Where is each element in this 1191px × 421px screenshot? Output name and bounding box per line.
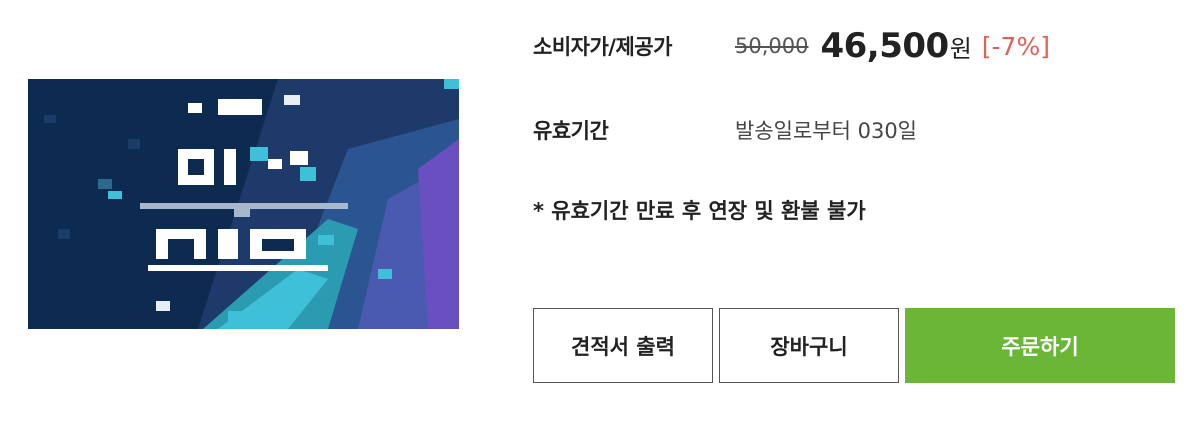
validity-row: 유효기간 발송일로부터 030일 (533, 110, 917, 150)
discount-badge: [-7%] (981, 31, 1050, 61)
add-to-cart-button[interactable]: 장바구니 (719, 308, 899, 383)
print-quote-button[interactable]: 견적서 출력 (533, 308, 713, 383)
original-price: 50,000 (735, 34, 809, 58)
sale-price: 46,500 (820, 26, 949, 66)
product-image (28, 79, 459, 329)
notice-row: * 유효기간 만료 후 연장 및 환불 불가 (533, 190, 866, 230)
price-label: 소비자가/제공가 (533, 35, 672, 59)
price-row: 소비자가/제공가 50,000 46,500 원 [-7%] (533, 22, 1050, 70)
order-button[interactable]: 주문하기 (905, 308, 1175, 383)
validity-label: 유효기간 (533, 119, 609, 143)
pixel-mosaic-icon (28, 79, 459, 329)
currency-unit: 원 (949, 34, 972, 63)
refund-notice: * 유효기간 만료 후 연장 및 환불 불가 (533, 199, 866, 223)
validity-value: 발송일로부터 030일 (735, 119, 917, 143)
